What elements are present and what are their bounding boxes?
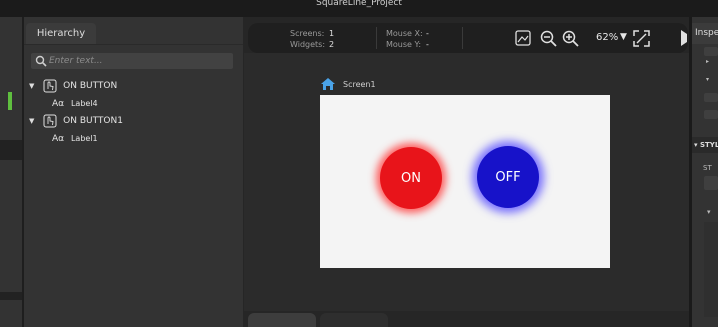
screens-count: 1 <box>329 29 335 38</box>
button-widget-icon <box>43 79 57 92</box>
screens-label: Screens: <box>290 29 325 38</box>
left-sidebar-strip <box>0 17 24 327</box>
chevron-down-icon[interactable]: ▼ <box>620 32 627 42</box>
tree-item-label: ON BUTTON1 <box>63 116 123 126</box>
inspector-field[interactable] <box>704 93 718 102</box>
mouse-y-value: - <box>426 40 429 49</box>
widgets-label: Widgets: <box>290 40 326 49</box>
zoom-in-icon[interactable] <box>562 30 579 47</box>
mouse-x-value: - <box>426 29 429 38</box>
label-widget-icon: Aα <box>52 99 65 109</box>
tree-item-on-button[interactable]: ▼ ON BUTTON <box>29 78 117 94</box>
bottom-tab[interactable] <box>320 313 388 327</box>
off-button[interactable]: OFF <box>477 146 539 208</box>
mouse-x-label: Mouse X: <box>386 29 423 38</box>
hierarchy-search <box>31 53 233 69</box>
active-indicator <box>8 92 12 110</box>
tree-item-label: Label4 <box>70 99 98 108</box>
toolbar-divider <box>376 27 377 49</box>
tab-hierarchy[interactable]: Hierarchy <box>26 23 96 44</box>
fit-screen-icon[interactable] <box>633 30 650 47</box>
search-icon <box>35 55 47 67</box>
home-icon <box>321 78 335 90</box>
screen-preview[interactable] <box>320 95 610 268</box>
window-title: SquareLine_Project <box>316 0 402 8</box>
style-dropdown[interactable] <box>704 176 718 190</box>
button-widget-icon <box>43 114 57 127</box>
toolbar-divider <box>462 27 463 49</box>
zoom-level[interactable]: 62% <box>596 32 618 43</box>
style-properties <box>704 222 718 317</box>
screen-name-label: Screen1 <box>343 80 376 89</box>
inspector-field[interactable] <box>704 47 718 56</box>
expand-caret-icon[interactable]: ▸ <box>706 58 709 65</box>
expand-caret-icon[interactable]: ▼ <box>29 117 34 125</box>
on-button-label: ON <box>401 170 421 186</box>
sidebar-separator <box>0 140 24 160</box>
style-section-label: STYLE <box>699 141 718 149</box>
collapse-caret-icon[interactable]: ▾ <box>706 76 709 83</box>
style-section-header[interactable]: ▾ STYLE <box>692 137 718 153</box>
tree-item-on-button1[interactable]: ▼ ON BUTTON1 <box>29 113 123 129</box>
title-bar: SquareLine_Project <box>0 0 718 17</box>
tree-item-label4[interactable]: Aα Label4 <box>52 96 98 112</box>
search-input[interactable] <box>49 53 229 69</box>
on-button[interactable]: ON <box>380 147 442 209</box>
bottom-tab-active[interactable] <box>248 313 316 327</box>
style-label: ST <box>703 164 712 172</box>
image-preview-icon[interactable] <box>515 30 531 46</box>
mouse-y-label: Mouse Y: <box>386 40 422 49</box>
inspector-field[interactable] <box>704 110 718 119</box>
sidebar-separator <box>0 292 24 300</box>
off-button-label: OFF <box>495 169 521 185</box>
widgets-count: 2 <box>329 40 335 49</box>
tab-underline <box>24 44 243 45</box>
zoom-out-icon[interactable] <box>540 30 557 47</box>
collapse-caret-icon[interactable]: ▾ <box>707 208 711 216</box>
tree-item-label: Label1 <box>70 134 98 143</box>
tree-item-label: ON BUTTON <box>63 81 118 91</box>
tree-item-label1[interactable]: Aα Label1 <box>52 131 98 147</box>
expand-caret-icon[interactable]: ▼ <box>29 82 34 90</box>
label-widget-icon: Aα <box>52 134 65 144</box>
tab-inspector[interactable]: Inspector <box>692 23 718 44</box>
play-icon[interactable] <box>680 29 688 47</box>
